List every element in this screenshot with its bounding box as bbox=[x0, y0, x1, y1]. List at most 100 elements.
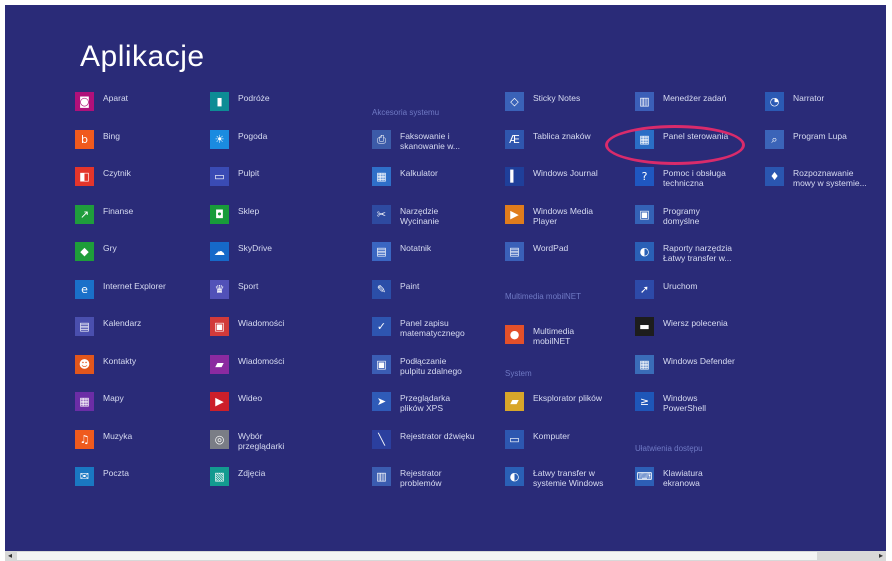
wordpad-icon: ▤ bbox=[505, 242, 524, 261]
app-travel[interactable]: ▮ Podróże bbox=[210, 92, 330, 122]
app-messaging[interactable]: ▰ Wiadomości bbox=[210, 354, 330, 385]
easy-transfer-icon: ◐ bbox=[505, 467, 524, 486]
app-games[interactable]: ◆ Gry bbox=[75, 242, 195, 272]
app-wordpad[interactable]: ▤ WordPad bbox=[505, 242, 625, 272]
app-desktop[interactable]: ▭ Pulpit bbox=[210, 167, 330, 197]
sticky-notes-icon: ◇ bbox=[505, 92, 524, 111]
paint-icon: ✎ bbox=[372, 279, 391, 299]
default-programs-icon: ▣ bbox=[635, 204, 654, 224]
app-notepad[interactable]: ▤ Notatnik bbox=[372, 242, 492, 272]
app-label: Paint bbox=[400, 280, 420, 291]
media-player-icon: ▶ bbox=[505, 204, 524, 224]
maps-icon: ▦ bbox=[75, 392, 94, 411]
app-sport[interactable]: ♛ Sport bbox=[210, 279, 330, 310]
app-label: Wiadomości bbox=[238, 355, 285, 366]
app-snipping-tool[interactable]: ✂ Narzędzie Wycinanie bbox=[372, 204, 492, 235]
app-computer[interactable]: ▭ Komputer bbox=[505, 429, 625, 460]
finance-icon: ↗ bbox=[75, 204, 94, 224]
app-label: Podłączanie pulpitu zdalnego bbox=[400, 355, 462, 376]
app-media-player[interactable]: ▶ Windows Media Player bbox=[505, 204, 625, 235]
app-remote-desktop[interactable]: ▣ Podłączanie pulpitu zdalnego bbox=[372, 354, 492, 385]
remote-desktop-icon: ▣ bbox=[372, 354, 391, 374]
app-cmd[interactable]: ▬ Wiersz polecenia bbox=[635, 317, 755, 347]
app-photos[interactable]: ▧ Zdjęcia bbox=[210, 467, 330, 497]
camera-icon: ◙ bbox=[75, 92, 94, 111]
app-narrator[interactable]: ◔ Narrator bbox=[765, 92, 885, 122]
app-contacts[interactable]: ☻ Kontakty bbox=[75, 354, 195, 385]
app-label: Wiadomości bbox=[238, 318, 285, 328]
app-mail[interactable]: ✉ Poczta bbox=[75, 467, 195, 497]
app-file-explorer[interactable]: ▰ Eksplorator plików bbox=[505, 392, 625, 422]
app-label: Pomoc i obsługa techniczna bbox=[663, 168, 726, 188]
app-label: Narrator bbox=[793, 93, 825, 103]
app-bing[interactable]: b Bing bbox=[75, 129, 195, 160]
app-video[interactable]: ▶ Wideo bbox=[210, 392, 330, 422]
app-on-screen-keyboard[interactable]: ⌨ Klawiatura ekranowa bbox=[635, 467, 755, 497]
app-label: Finanse bbox=[103, 205, 134, 216]
scroll-left-icon[interactable]: ◂ bbox=[5, 551, 15, 561]
app-xps-viewer[interactable]: ➤ Przeglądarka plików XPS bbox=[372, 392, 492, 422]
page-title: Aplikacje bbox=[80, 40, 205, 73]
messaging-icon: ▰ bbox=[210, 354, 229, 374]
app-sticky-notes[interactable]: ◇ Sticky Notes bbox=[505, 92, 625, 122]
app-label: Komputer bbox=[533, 430, 570, 441]
travel-icon: ▮ bbox=[210, 92, 229, 111]
app-maps[interactable]: ▦ Mapy bbox=[75, 392, 195, 422]
app-calendar[interactable]: ▤ Kalendarz bbox=[75, 317, 195, 347]
app-powershell[interactable]: ≥ Windows PowerShell bbox=[635, 392, 755, 422]
app-fax-scan[interactable]: ⎙ Faksowanie i skanowanie w... bbox=[372, 129, 492, 160]
app-easy-transfer[interactable]: ◐ Łatwy transfer w systemie Windows bbox=[505, 467, 625, 497]
app-music[interactable]: ♫ Muzyka bbox=[75, 429, 195, 460]
app-help[interactable]: ? Pomoc i obsługa techniczna bbox=[635, 167, 755, 197]
app-math-input[interactable]: ✓ Panel zapisu matematycznego bbox=[372, 317, 492, 347]
scrollbar-thumb[interactable] bbox=[17, 552, 817, 560]
app-finance[interactable]: ↗ Finanse bbox=[75, 204, 195, 235]
app-task-manager[interactable]: ▥ Menedżer zadań bbox=[635, 92, 755, 122]
app-label: SkyDrive bbox=[238, 243, 273, 253]
video-icon: ▶ bbox=[210, 392, 229, 411]
scroll-right-icon[interactable]: ▸ bbox=[876, 551, 886, 561]
app-defender[interactable]: ▦ Windows Defender bbox=[635, 354, 755, 385]
app-weather[interactable]: ☀ Pogoda bbox=[210, 129, 330, 160]
app-label: Rejestrator dźwięku bbox=[400, 430, 475, 441]
app-run[interactable]: ➚ Uruchom bbox=[635, 279, 755, 310]
group-header: System bbox=[505, 369, 532, 378]
app-default-programs[interactable]: ▣ Programy domyślne bbox=[635, 204, 755, 235]
group-header: Ułatwienia dostępu bbox=[635, 444, 703, 453]
computer-icon: ▭ bbox=[505, 429, 524, 449]
app-label: Rozpoznawanie mowy w systemie... bbox=[793, 168, 867, 188]
app-paint[interactable]: ✎ Paint bbox=[372, 279, 492, 310]
app-sound-recorder[interactable]: ╲ Rejestrator dźwięku bbox=[372, 429, 492, 460]
music-icon: ♫ bbox=[75, 429, 94, 449]
app-transfer-reports[interactable]: ◐ Raporty narzędzia Łatwy transfer w... bbox=[635, 242, 755, 272]
calendar-icon: ▤ bbox=[75, 317, 94, 336]
weather-icon: ☀ bbox=[210, 129, 229, 149]
app-label: WordPad bbox=[533, 243, 569, 253]
app-steps-recorder[interactable]: ▥ Rejestrator problemów bbox=[372, 467, 492, 497]
app-store[interactable]: ◘ Sklep bbox=[210, 204, 330, 235]
app-label: Sklep bbox=[238, 205, 260, 216]
app-reader[interactable]: ◧ Czytnik bbox=[75, 167, 195, 197]
app-speech-recognition[interactable]: ♦ Rozpoznawanie mowy w systemie... bbox=[765, 167, 885, 197]
store-icon: ◘ bbox=[210, 204, 229, 224]
bing-icon: b bbox=[75, 129, 94, 149]
app-label: Uruchom bbox=[663, 280, 698, 291]
app-ie[interactable]: e Internet Explorer bbox=[75, 279, 195, 310]
app-journal[interactable]: ▍ Windows Journal bbox=[505, 167, 625, 197]
app-mobilnet[interactable]: ● Multimedia mobilNET bbox=[505, 324, 625, 355]
app-label: Programy domyślne bbox=[663, 205, 700, 226]
apps-screen: Aplikacje Akcesoria systemu Multimedia mo… bbox=[5, 5, 886, 556]
contacts-icon: ☻ bbox=[75, 354, 94, 374]
app-news[interactable]: ▣ Wiadomości bbox=[210, 317, 330, 347]
app-calculator[interactable]: ▦ Kalkulator bbox=[372, 167, 492, 197]
news-icon: ▣ bbox=[210, 317, 229, 336]
app-magnifier[interactable]: ⌕ Program Lupa bbox=[765, 129, 885, 160]
app-label: Faksowanie i skanowanie w... bbox=[400, 130, 461, 151]
app-label: Rejestrator problemów bbox=[400, 468, 442, 488]
app-camera[interactable]: ◙ Aparat bbox=[75, 92, 195, 122]
app-label: Raporty narzędzia Łatwy transfer w... bbox=[663, 243, 732, 263]
horizontal-scrollbar[interactable]: ◂ ▸ bbox=[5, 551, 886, 561]
app-browser-choice[interactable]: ◎ Wybór przeglądarki bbox=[210, 429, 330, 460]
app-label: Łatwy transfer w systemie Windows bbox=[533, 468, 604, 488]
app-skydrive[interactable]: ☁ SkyDrive bbox=[210, 242, 330, 272]
